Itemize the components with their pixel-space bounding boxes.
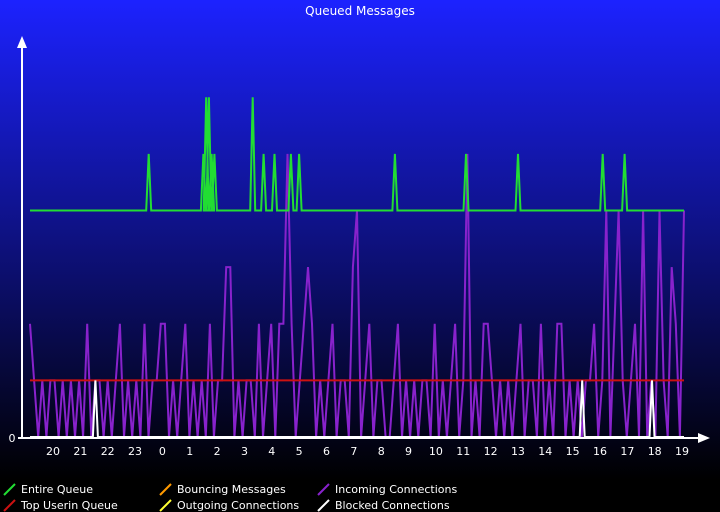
chart-title: Queued Messages [305, 4, 415, 18]
x-tick-label: 0 [159, 445, 166, 458]
x-tick-label: 12 [484, 445, 498, 458]
x-tick-label: 9 [405, 445, 412, 458]
x-tick-label: 19 [675, 445, 689, 458]
x-tick-label: 13 [511, 445, 525, 458]
x-tick-label: 16 [593, 445, 607, 458]
x-tick-label: 14 [538, 445, 552, 458]
legend-label: Incoming Connections [335, 483, 457, 496]
legend-label: Outgoing Connections [177, 499, 299, 512]
x-tick-label: 17 [620, 445, 634, 458]
x-tick-label: 15 [566, 445, 580, 458]
legend-label: Top Userin Queue [20, 499, 118, 512]
x-tick-label: 8 [378, 445, 385, 458]
x-tick-label: 11 [456, 445, 470, 458]
x-tick-label: 18 [648, 445, 662, 458]
x-tick-label: 10 [429, 445, 443, 458]
chart-svg: Queued Messages 0 20 21 22 23 0 1 2 3 4 5 6 7 8 9 10 11… [0, 0, 720, 512]
x-tick-label: 2 [214, 445, 221, 458]
x-tick-label: 4 [268, 445, 275, 458]
x-tick-label: 3 [241, 445, 248, 458]
x-tick-label: 23 [128, 445, 142, 458]
legend-label: Blocked Connections [335, 499, 450, 512]
x-tick-label: 20 [46, 445, 60, 458]
y-tick-label: 0 [9, 432, 16, 445]
x-tick-label: 22 [101, 445, 115, 458]
x-tick-label: 1 [186, 445, 193, 458]
x-tick-label: 6 [323, 445, 330, 458]
x-tick-label: 7 [350, 445, 357, 458]
x-tick-label: 5 [296, 445, 303, 458]
chart: Queued Messages 0 20 21 22 23 0 1 2 3 4 5 6 7 8 9 10 11… [0, 0, 720, 512]
legend-label: Entire Queue [21, 483, 93, 496]
legend-label: Bouncing Messages [177, 483, 286, 496]
x-tick-label: 21 [73, 445, 87, 458]
